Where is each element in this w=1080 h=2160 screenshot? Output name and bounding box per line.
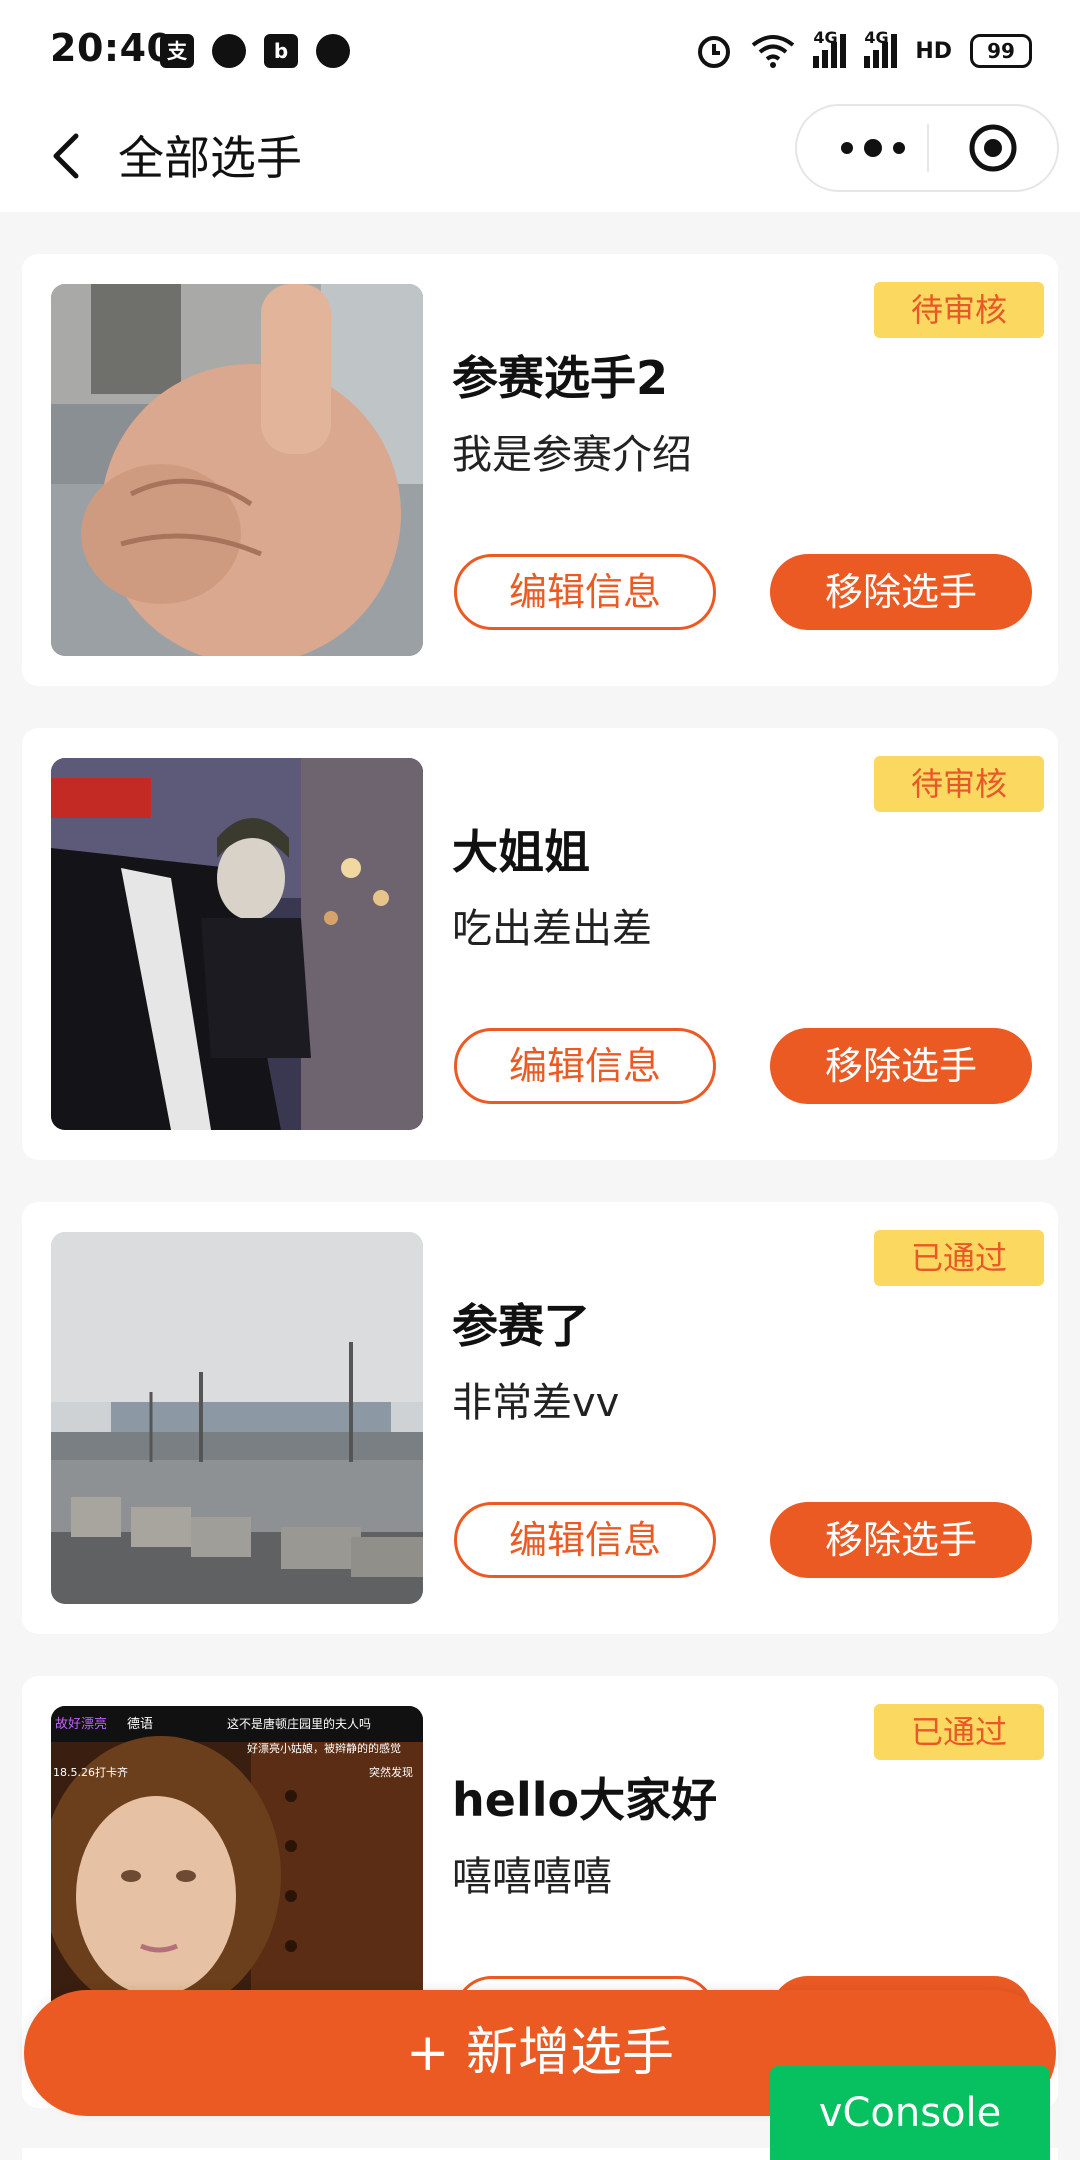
network-type-label: 4G	[813, 28, 838, 47]
chevron-left-icon[interactable]	[40, 128, 96, 184]
capsule-divider	[927, 124, 929, 172]
player-card: 已通过 参赛了 非常差vv 编辑信息 移除选手	[22, 1202, 1058, 1634]
player-photo	[51, 758, 423, 1130]
player-name: hello大家好	[452, 1773, 718, 1827]
wifi-icon	[752, 35, 795, 68]
page-title: 全部选手	[118, 131, 302, 185]
target-circle-icon[interactable]	[967, 122, 1019, 174]
edit-info-button[interactable]: 编辑信息	[454, 1028, 716, 1104]
status-bar: 20:40 支 b 4G 4G HD 99	[0, 0, 1080, 100]
photo-caption: 这不是唐顿庄园里的夫人吗	[227, 1716, 371, 1731]
nav-bar: 全部选手	[0, 100, 1080, 212]
photo-caption: 突然发现	[369, 1765, 413, 1779]
notification-icons: 支 b	[160, 34, 350, 68]
edit-info-button[interactable]: 编辑信息	[454, 554, 716, 630]
system-icons: 4G 4G HD 99	[695, 28, 1032, 70]
screen: 20:40 支 b 4G 4G HD 99 全部选手 待审核 参赛选手2 我是参…	[0, 0, 1080, 2160]
signal-4g-icon: 4G	[813, 28, 847, 68]
remove-player-button[interactable]: 移除选手	[770, 554, 1032, 630]
svg-text:德语: 德语	[127, 1717, 153, 1732]
network-type-label: 4G	[864, 28, 889, 47]
player-card: 待审核 参赛选手2 我是参赛介绍 编辑信息 移除选手	[22, 254, 1058, 686]
remove-player-button[interactable]: 移除选手	[770, 1502, 1032, 1578]
more-dots-icon[interactable]	[833, 130, 913, 166]
weibo-icon	[212, 34, 246, 68]
player-name: 大姐姐	[452, 825, 590, 879]
mini-program-capsule	[795, 104, 1059, 192]
hd-icon: HD	[915, 38, 952, 64]
player-name: 参赛选手2	[452, 351, 669, 405]
alipay-icon: 支	[160, 34, 194, 68]
player-intro: 吃出差出差	[452, 906, 652, 952]
player-photo	[51, 284, 423, 656]
vconsole-button[interactable]: vConsole	[770, 2066, 1050, 2160]
signal-4g-icon: 4G	[864, 28, 898, 68]
edit-info-button[interactable]: 编辑信息	[454, 1502, 716, 1578]
remove-player-button[interactable]: 移除选手	[770, 1028, 1032, 1104]
player-intro: 嘻嘻嘻嘻	[452, 1854, 612, 1900]
alarm-icon	[698, 36, 731, 68]
battery-icon: 99	[970, 34, 1032, 68]
bilibili-icon: b	[264, 34, 298, 68]
status-badge: 已通过	[874, 1230, 1044, 1286]
status-badge: 待审核	[874, 282, 1044, 338]
player-name: 参赛了	[452, 1299, 590, 1353]
player-photo	[51, 1232, 423, 1604]
status-time: 20:40	[50, 26, 174, 70]
player-intro: 非常差vv	[452, 1380, 620, 1426]
photo-caption: 18.5.26打卡齐	[53, 1765, 128, 1779]
svg-text:故好漂亮: 故好漂亮	[55, 1716, 107, 1732]
status-badge: 待审核	[874, 756, 1044, 812]
photo-caption: 好漂亮小姑娘，被辫静的的感觉	[247, 1741, 401, 1755]
player-intro: 我是参赛介绍	[452, 432, 692, 478]
status-badge: 已通过	[874, 1704, 1044, 1760]
chat-icon	[316, 34, 350, 68]
player-card: 待审核 大姐姐 吃出差出差 编辑信息 移除选手	[22, 728, 1058, 1160]
